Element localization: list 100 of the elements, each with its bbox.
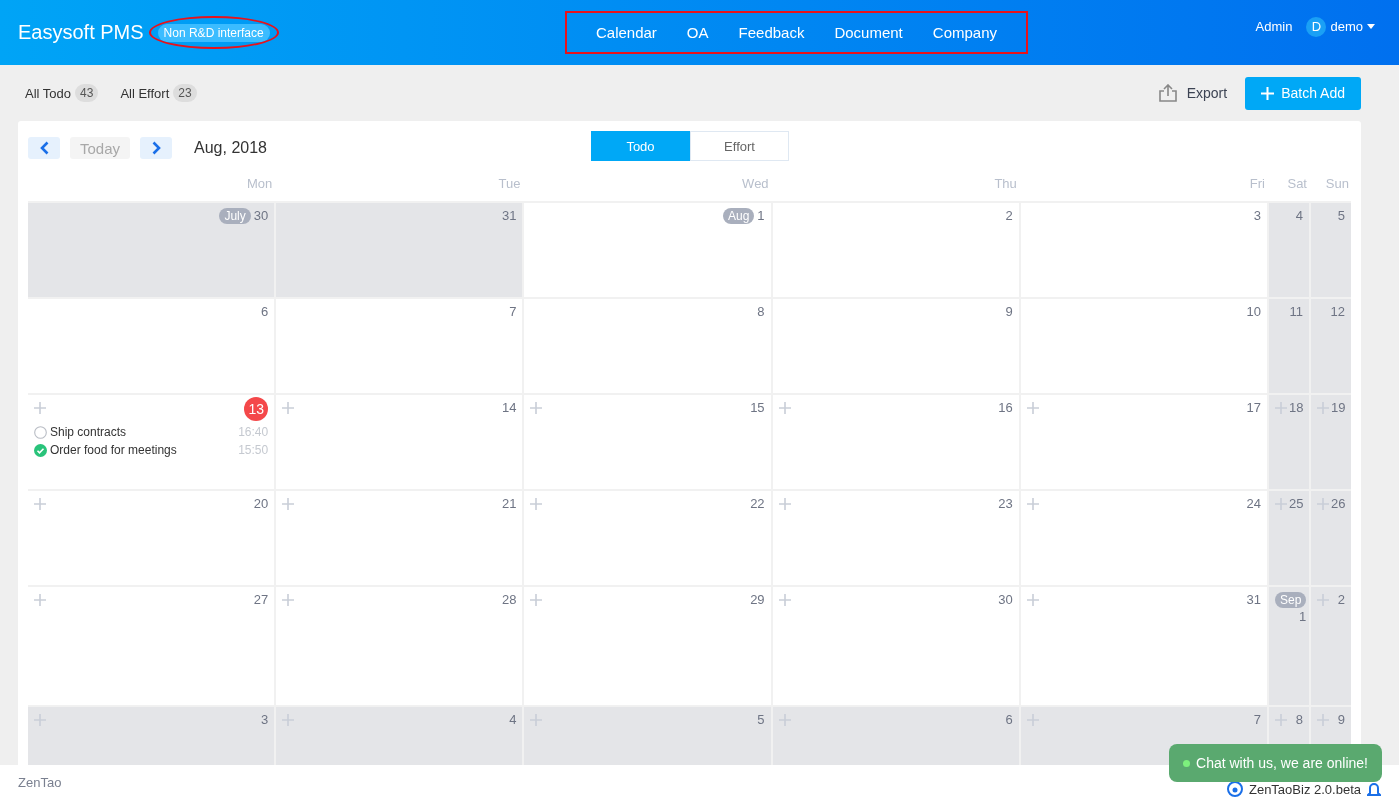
add-icon[interactable] — [778, 594, 791, 606]
day-cell[interactable]: 4 — [1269, 203, 1309, 297]
add-icon[interactable] — [1026, 402, 1039, 414]
view-tab[interactable]: Todo — [591, 131, 690, 161]
day-cell[interactable]: 2 — [1311, 587, 1351, 705]
nav-link[interactable]: OA — [671, 19, 724, 46]
nav-link[interactable]: Feedback — [723, 19, 820, 46]
day-cell[interactable]: 5 — [1311, 203, 1351, 297]
view-tab[interactable]: Effort — [690, 131, 789, 161]
add-icon[interactable] — [778, 498, 791, 510]
filter-link[interactable]: All Effort — [120, 85, 170, 101]
nav-link[interactable]: Calendar — [581, 19, 672, 46]
count-badge: 23 — [173, 84, 197, 102]
todo-title[interactable]: Ship contracts — [50, 425, 127, 439]
day-cell[interactable]: 31 — [1020, 587, 1267, 705]
day-number: 22 — [750, 496, 765, 512]
batch-add-button[interactable]: Batch Add — [1245, 76, 1361, 110]
avatar[interactable]: D — [1306, 16, 1327, 37]
day-cell[interactable]: 21 — [276, 491, 523, 585]
day-number: 24 — [1246, 496, 1261, 512]
day-cell[interactable]: 28 — [276, 587, 523, 705]
add-icon[interactable] — [1026, 714, 1039, 726]
add-icon[interactable] — [1317, 594, 1329, 606]
day-cell[interactable]: 24 — [1020, 491, 1267, 585]
add-icon[interactable] — [282, 594, 295, 606]
add-icon[interactable] — [34, 498, 46, 510]
day-cell[interactable]: 15 — [524, 395, 771, 489]
day-cell[interactable]: 18 — [1269, 395, 1309, 489]
add-icon[interactable] — [282, 402, 295, 414]
day-number: 2 — [1005, 208, 1013, 224]
add-icon[interactable] — [1026, 498, 1039, 510]
day-cell[interactable]: 13 Ship contracts 16:40 Order food for meetings 15:50 — [28, 395, 275, 489]
day-number: 6 — [1005, 712, 1013, 728]
add-icon[interactable] — [1317, 498, 1329, 510]
add-icon[interactable] — [282, 498, 295, 510]
day-cell[interactable]: 26 — [1311, 491, 1351, 585]
day-cell[interactable]: 22 — [524, 491, 771, 585]
day-cell[interactable]: 5 — [524, 707, 771, 765]
day-cell[interactable]: 20 — [28, 491, 275, 585]
next-button[interactable] — [140, 137, 173, 159]
add-icon[interactable] — [282, 714, 295, 726]
day-cell[interactable]: 19 — [1311, 395, 1351, 489]
day-cell[interactable]: 9 — [772, 299, 1019, 393]
day-number: 5 — [1337, 208, 1345, 224]
nav-link[interactable]: Document — [819, 19, 918, 46]
day-cell[interactable]: 7 — [276, 299, 523, 393]
online-dot-icon — [1183, 759, 1190, 767]
day-number: 21 — [501, 496, 517, 512]
day-cell[interactable]: 6 — [772, 707, 1019, 765]
day-number: 4 — [509, 712, 517, 728]
add-icon[interactable] — [1275, 402, 1287, 414]
weekday-label: Wed — [742, 176, 769, 191]
day-cell[interactable]: Sep 1 — [1269, 587, 1309, 705]
day-cell[interactable]: 3 — [1020, 203, 1267, 297]
add-icon[interactable] — [1275, 498, 1287, 510]
interface-badge: Non R&D interface — [157, 24, 270, 42]
day-cell[interactable]: 2 — [772, 203, 1019, 297]
day-cell[interactable]: 30 — [772, 587, 1019, 705]
day-cell[interactable]: 25 — [1269, 491, 1309, 585]
filter-link[interactable]: All Todo — [25, 85, 71, 101]
add-icon[interactable] — [530, 498, 543, 510]
day-cell[interactable]: Aug 1 — [524, 203, 771, 297]
day-cell[interactable]: 8 — [524, 299, 771, 393]
bell-icon — [1367, 781, 1381, 797]
day-cell[interactable]: 27 — [28, 587, 275, 705]
nav-link[interactable]: Company — [917, 19, 1012, 46]
day-cell[interactable]: 3 — [28, 707, 275, 765]
add-icon[interactable] — [34, 402, 46, 414]
day-cell[interactable]: July 30 — [28, 203, 275, 297]
day-cell[interactable]: 17 — [1020, 395, 1267, 489]
add-icon[interactable] — [530, 594, 543, 606]
day-cell[interactable]: 12 — [1311, 299, 1351, 393]
day-cell[interactable]: 4 — [276, 707, 523, 765]
chevron-left-icon — [39, 141, 49, 155]
day-cell[interactable]: 14 — [276, 395, 523, 489]
day-cell[interactable]: 10 — [1020, 299, 1267, 393]
day-cell[interactable]: 23 — [772, 491, 1019, 585]
add-icon[interactable] — [1317, 714, 1329, 726]
add-icon[interactable] — [530, 402, 543, 414]
month-tag: Sep — [1275, 592, 1307, 608]
add-icon[interactable] — [530, 714, 543, 726]
add-icon[interactable] — [34, 714, 46, 726]
chat-toast[interactable]: Chat with us, we are online! — [1169, 744, 1382, 782]
day-cell[interactable]: 29 — [524, 587, 771, 705]
export-button[interactable]: Export — [1158, 84, 1228, 102]
day-cell[interactable]: 31 — [276, 203, 523, 297]
previous-button[interactable] — [28, 137, 60, 159]
add-icon[interactable] — [1026, 594, 1039, 606]
day-cell[interactable]: 6 — [28, 299, 275, 393]
add-icon[interactable] — [1317, 402, 1329, 414]
add-icon[interactable] — [34, 594, 46, 606]
add-icon[interactable] — [1275, 714, 1287, 726]
day-cell[interactable]: 16 — [772, 395, 1019, 489]
day-number: 8 — [1295, 712, 1303, 728]
user-menu[interactable]: demo — [1330, 19, 1363, 34]
todo-title[interactable]: Order food for meetings — [50, 443, 177, 457]
add-icon[interactable] — [778, 402, 791, 414]
version-text: ZenTaoBiz 2.0.beta — [1248, 781, 1361, 797]
add-icon[interactable] — [778, 714, 791, 726]
day-cell[interactable]: 11 — [1269, 299, 1309, 393]
